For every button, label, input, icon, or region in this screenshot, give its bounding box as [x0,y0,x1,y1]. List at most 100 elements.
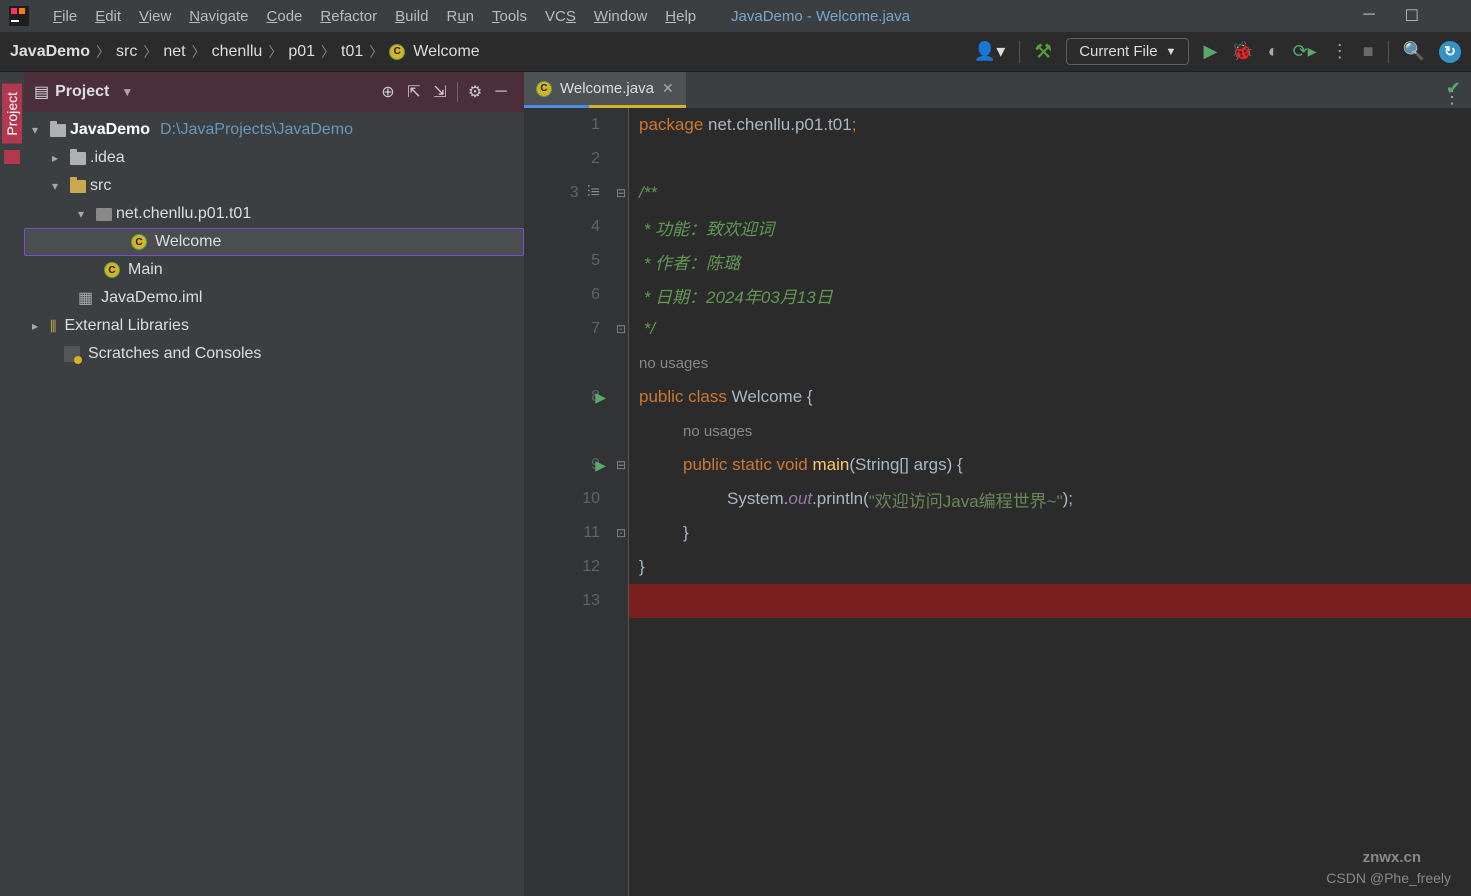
line-num[interactable]: 5 [524,244,614,278]
class-icon: C [536,81,552,97]
module-folder-icon [50,124,66,137]
code-with-me-icon[interactable]: 👤▾ [974,41,1005,62]
menu-run[interactable]: Run [437,8,483,25]
class-icon: C [389,44,405,60]
collapse-all-icon[interactable]: ⇲ [427,82,453,102]
tree-main-class[interactable]: C Main [24,256,524,284]
chevron-down-icon[interactable]: ▾ [32,123,46,137]
more-run-icon[interactable]: ⋮ [1331,41,1349,62]
line-num[interactable]: 13 [524,584,614,618]
code-line [629,142,1471,176]
close-icon[interactable] [1449,6,1463,26]
chevron-down-icon[interactable]: ▾ [52,179,66,193]
code-line: System.out.println("欢迎访问Java编程世界~"); [629,482,1471,516]
tree-package[interactable]: ▾ net.chenllu.p01.t01 [24,200,524,228]
run-line-icon[interactable]: ▶ [595,389,606,406]
project-toolwindow-tab[interactable]: Project [2,84,22,144]
inlay-hint: no usages [629,346,1471,380]
coverage-icon[interactable]: ◐ [1268,41,1279,62]
menu-edit[interactable]: Edit [86,8,130,25]
close-tab-icon[interactable]: ✕ [662,80,674,97]
menu-code[interactable]: Code [258,8,312,25]
bc-src[interactable]: src [116,43,137,61]
ide-updates-icon[interactable]: ↻ [1439,41,1461,63]
line-num[interactable]: 11 [524,516,614,550]
run-line-icon[interactable]: ▶ [595,457,606,474]
project-folder-icon [4,150,20,164]
code-line: */ [629,312,1471,346]
expand-all-icon[interactable]: ⇱ [401,82,427,102]
menu-build[interactable]: Build [386,8,437,25]
package-icon [96,208,112,221]
project-view-dropdown-icon[interactable]: ▼ [121,85,133,99]
run-icon[interactable]: ▶ [1203,41,1217,62]
menu-file[interactable]: File [44,8,86,25]
code-line: } [629,550,1471,584]
line-num[interactable]: 9▶ [524,448,614,482]
hide-icon[interactable]: ─ [488,83,514,101]
bc-t01[interactable]: t01 [341,43,363,61]
tree-external-libs[interactable]: ▸ ⫼ External Libraries [24,312,524,340]
chevron-right-icon[interactable]: ▸ [52,151,66,165]
code-content[interactable]: package net.chenllu.p01.t01; /** * 功能：致欢… [628,108,1471,896]
inlay-hint: no usages [629,414,1471,448]
source-folder-icon [70,180,86,193]
stop-icon[interactable]: ■ [1363,41,1374,62]
settings-icon[interactable]: ⚙ [462,82,488,102]
search-icon[interactable]: 🔍 [1403,41,1425,62]
tree-idea[interactable]: ▸ .idea [24,144,524,172]
bc-project[interactable]: JavaDemo [10,43,90,61]
line-num[interactable]: 1 [524,108,614,142]
tree-welcome-class[interactable]: C Welcome [24,228,524,256]
menu-tools[interactable]: Tools [483,8,536,25]
tree-src[interactable]: ▾ src [24,172,524,200]
menu-navigate[interactable]: Navigate [180,8,257,25]
project-tree[interactable]: ▾ JavaDemo D:\JavaProjects\JavaDemo ▸ .i… [24,112,524,896]
line-num[interactable]: 8▶ [524,380,614,414]
gutter-spacer [524,414,614,448]
scratch-icon [64,346,80,362]
code-line-caret [629,584,1471,618]
fold-expand-icon[interactable]: ⊡ [614,516,628,550]
class-icon: C [131,234,147,250]
bc-welcome[interactable]: Welcome [413,43,479,61]
debug-icon[interactable]: 🐞 [1231,41,1253,62]
tree-scratches[interactable]: Scratches and Consoles [24,340,524,368]
menu-bar: File Edit View Navigate Code Refactor Bu… [0,0,1471,32]
chevron-right-icon[interactable]: ▸ [32,319,46,333]
line-num[interactable]: 6 [524,278,614,312]
bc-net[interactable]: net [163,43,185,61]
project-panel-header: ▤ Project ▼ ⊕ ⇱ ⇲ ⚙ ─ [24,72,524,112]
build-icon[interactable]: ⚒ [1034,39,1052,64]
menu-refactor[interactable]: Refactor [311,8,386,25]
maximize-icon[interactable]: ☐ [1405,6,1419,26]
left-toolwindow-stripe: Project [0,72,24,896]
fold-collapse-icon[interactable]: ⊟ [614,176,628,210]
bc-p01[interactable]: p01 [288,43,315,61]
bc-chenllu[interactable]: chenllu [212,43,263,61]
library-icon: ⫼ [50,318,56,335]
menu-view[interactable]: View [130,8,180,25]
chevron-down-icon[interactable]: ▾ [78,207,92,221]
select-opened-file-icon[interactable]: ⊕ [375,82,401,102]
editor-tab-welcome[interactable]: C Welcome.java ✕ [524,72,686,108]
line-num[interactable]: 7 [524,312,614,346]
profile-icon[interactable]: ⟳▸ [1293,41,1317,62]
line-num[interactable]: 10 [524,482,614,516]
line-num[interactable]: 12 [524,550,614,584]
fold-gutter: ⊟ ⊡ ⊟ ⊡ [614,108,628,896]
tree-iml[interactable]: ▦ JavaDemo.iml [24,284,524,312]
fold-expand-icon[interactable]: ⊡ [614,312,628,346]
separator [1388,41,1389,63]
problems-ok-icon[interactable]: ✔ [1446,78,1461,99]
intellij-logo-icon [8,5,30,27]
line-num[interactable]: 4 [524,210,614,244]
run-config-dropdown[interactable]: Current File▼ [1066,38,1189,65]
line-num[interactable]: 3⫶≡ [524,176,614,210]
minimize-icon[interactable]: ─ [1363,6,1374,26]
code-area[interactable]: 1 2 3⫶≡ 4 5 6 7 8▶ 9▶ 10 11 12 13 ⊟ ⊡ [524,108,1471,896]
line-num[interactable]: 2 [524,142,614,176]
code-line: * 日期：2024年03月13日 [629,278,1471,312]
tree-root[interactable]: ▾ JavaDemo D:\JavaProjects\JavaDemo [24,116,524,144]
fold-collapse-icon[interactable]: ⊟ [614,448,628,482]
